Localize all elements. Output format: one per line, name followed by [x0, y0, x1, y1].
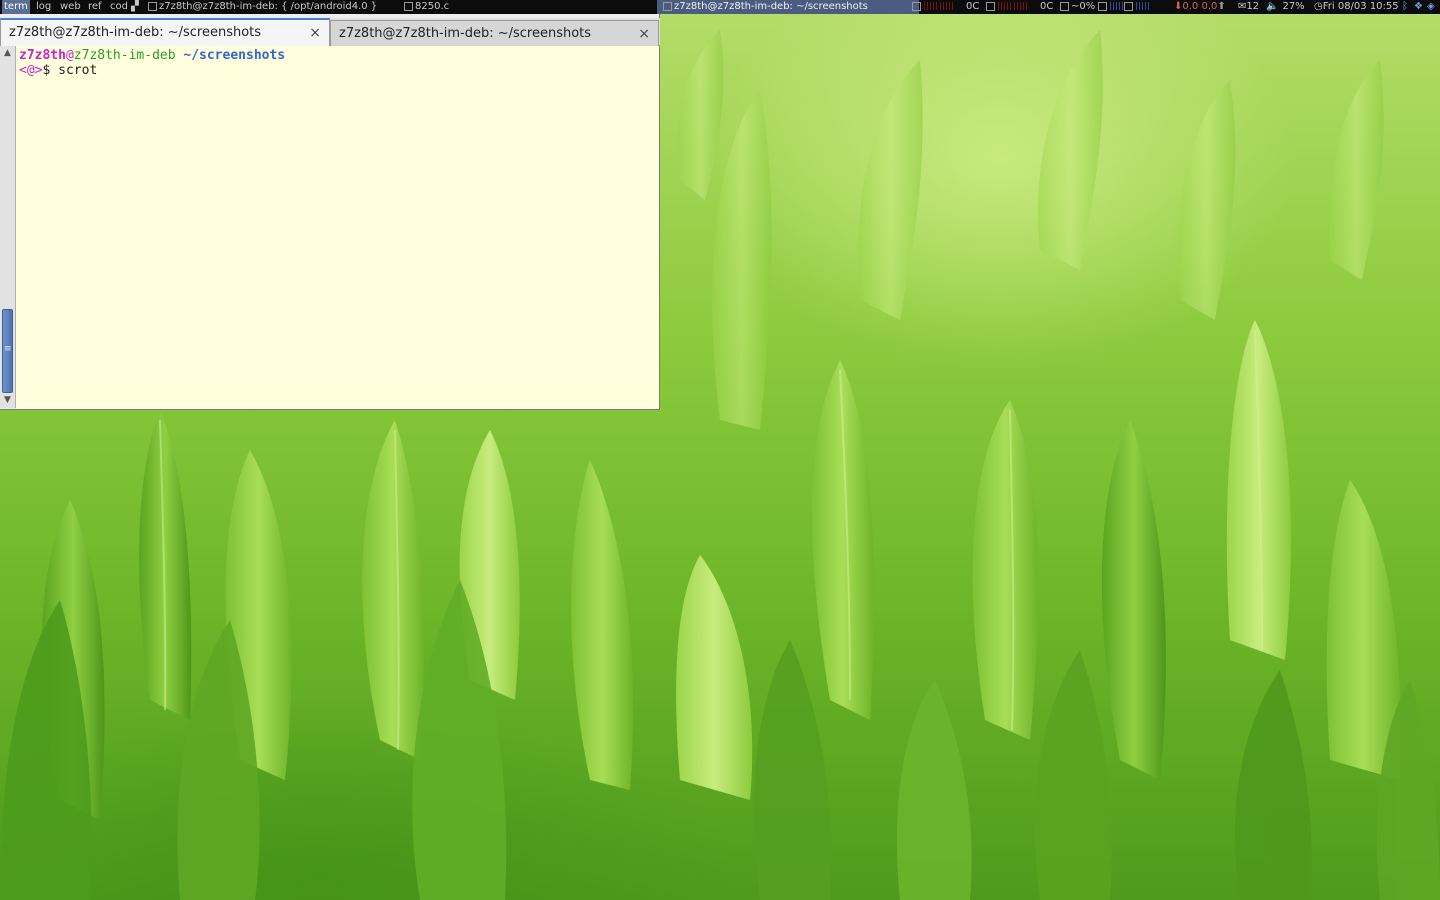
- prompt-host: z7z8th-im-deb: [73, 48, 176, 63]
- scroll-up-arrow-icon[interactable]: ▲: [2, 47, 13, 59]
- terminal-output[interactable]: z7z8th@z7z8th-im-deb ~/screenshots <@>$ …: [16, 46, 659, 409]
- disk-meter: [1136, 2, 1150, 10]
- cpu-icon: [986, 1, 995, 11]
- workspace-tab-web[interactable]: web: [58, 0, 83, 14]
- cpu-meter: [924, 2, 938, 10]
- clock-icon: ◷: [1314, 1, 1323, 12]
- window-title-8250-label: 8250.c: [415, 1, 450, 12]
- dropbox-icon[interactable]: ❖: [1414, 0, 1423, 14]
- terminal-icon: [663, 1, 672, 11]
- net-up-value: 0.0: [1201, 1, 1218, 12]
- window-title-android-label: z7z8th@z7z8th-im-deb: { /opt/android4.0 …: [159, 1, 378, 12]
- top-status-bar: term log web ref cod ▞ z7z8th@z7z8th-im-…: [0, 0, 1440, 14]
- terminal-scrollbar[interactable]: ▲ ≡ ▼: [0, 46, 16, 408]
- terminal-tab-2-label: z7z8th@z7z8th-im-deb: ~/screenshots: [339, 26, 592, 41]
- cpu-icon: [912, 1, 921, 11]
- active-window-title-label: z7z8th@z7z8th-im-deb: ~/screenshots: [674, 1, 868, 12]
- close-tab-icon[interactable]: ×: [309, 20, 321, 46]
- mail-indicator[interactable]: ✉12: [1238, 0, 1259, 14]
- mail-count: 12: [1246, 1, 1260, 12]
- network-tray-icon[interactable]: ◈: [1427, 0, 1435, 14]
- workspace-tab-cod[interactable]: cod: [108, 0, 130, 14]
- window-title-8250[interactable]: 8250.c: [404, 0, 449, 14]
- net-down-value: 0.0: [1182, 1, 1199, 12]
- upload-arrow-icon: ⬆: [1217, 1, 1226, 12]
- prompt-line-1: z7z8th@z7z8th-im-deb ~/screenshots: [19, 48, 656, 63]
- disk-icon: [1124, 1, 1133, 11]
- grip-icon: ≡: [4, 344, 12, 354]
- workspace-tab-term[interactable]: term: [2, 0, 30, 14]
- command-text: scrot: [58, 63, 98, 78]
- cpu-temp-1: 0C: [966, 1, 980, 12]
- layout-icon[interactable]: ▞: [131, 0, 139, 14]
- memory-icon: [1098, 1, 1107, 11]
- disk-graph: [1124, 0, 1151, 14]
- workspace-tab-ref[interactable]: ref: [86, 0, 104, 14]
- scroll-down-arrow-icon[interactable]: ▼: [2, 394, 13, 406]
- terminal-tab-2[interactable]: z7z8th@z7z8th-im-deb: ~/screenshots ×: [330, 20, 659, 46]
- prompt-line-2: <@>$ scrot: [19, 63, 656, 78]
- terminal-tab-1[interactable]: z7z8th@z7z8th-im-deb: ~/screenshots ×: [0, 18, 330, 47]
- prompt-at: @: [65, 48, 74, 63]
- network-status: ⬇0.0 0.0⬆: [1174, 0, 1226, 14]
- cpu-meter: [940, 2, 954, 10]
- cpu-usage-value: ~0%: [1071, 1, 1096, 12]
- cpu-temp-2: 0C: [1040, 1, 1054, 12]
- memory-meter: [1110, 2, 1124, 10]
- volume-indicator[interactable]: 🔈 27%: [1266, 0, 1305, 14]
- prompt-user: z7z8th: [19, 48, 66, 63]
- memory-graph: [1098, 0, 1125, 14]
- prompt-path: ~/screenshots: [183, 48, 286, 63]
- scrollbar-thumb[interactable]: ≡: [2, 309, 13, 393]
- prompt-dollar: $: [42, 63, 51, 78]
- cpu-graph-2: [986, 0, 1029, 14]
- editor-icon: [404, 1, 413, 11]
- bluetooth-icon[interactable]: ᛒ: [1402, 0, 1408, 14]
- volume-value: 27%: [1282, 1, 1305, 12]
- close-tab-icon[interactable]: ×: [638, 21, 650, 47]
- cpu-graph-1: [912, 0, 955, 14]
- terminal-icon: [148, 1, 157, 11]
- active-window-title[interactable]: z7z8th@z7z8th-im-deb: ~/screenshots: [657, 0, 919, 14]
- workspace-tab-log[interactable]: log: [34, 0, 53, 14]
- terminal-window: z7z8th@z7z8th-im-deb: ~/screenshots × z7…: [0, 14, 660, 410]
- cpu-meter: [998, 2, 1012, 10]
- speaker-icon: 🔈: [1266, 1, 1279, 12]
- cpu-usage: ~0%: [1060, 0, 1095, 14]
- cpu-load-icon: [1060, 1, 1069, 11]
- prompt-marker: <@>: [19, 63, 43, 78]
- terminal-tab-bar: z7z8th@z7z8th-im-deb: ~/screenshots × z7…: [0, 18, 660, 47]
- cpu-meter: [1014, 2, 1028, 10]
- clock-value: Fri 08/03 10:55: [1322, 1, 1399, 12]
- window-title-android[interactable]: z7z8th@z7z8th-im-deb: { /opt/android4.0 …: [148, 0, 377, 14]
- clock[interactable]: ◷Fri 08/03 10:55: [1314, 0, 1399, 14]
- terminal-tab-1-label: z7z8th@z7z8th-im-deb: ~/screenshots: [9, 25, 262, 40]
